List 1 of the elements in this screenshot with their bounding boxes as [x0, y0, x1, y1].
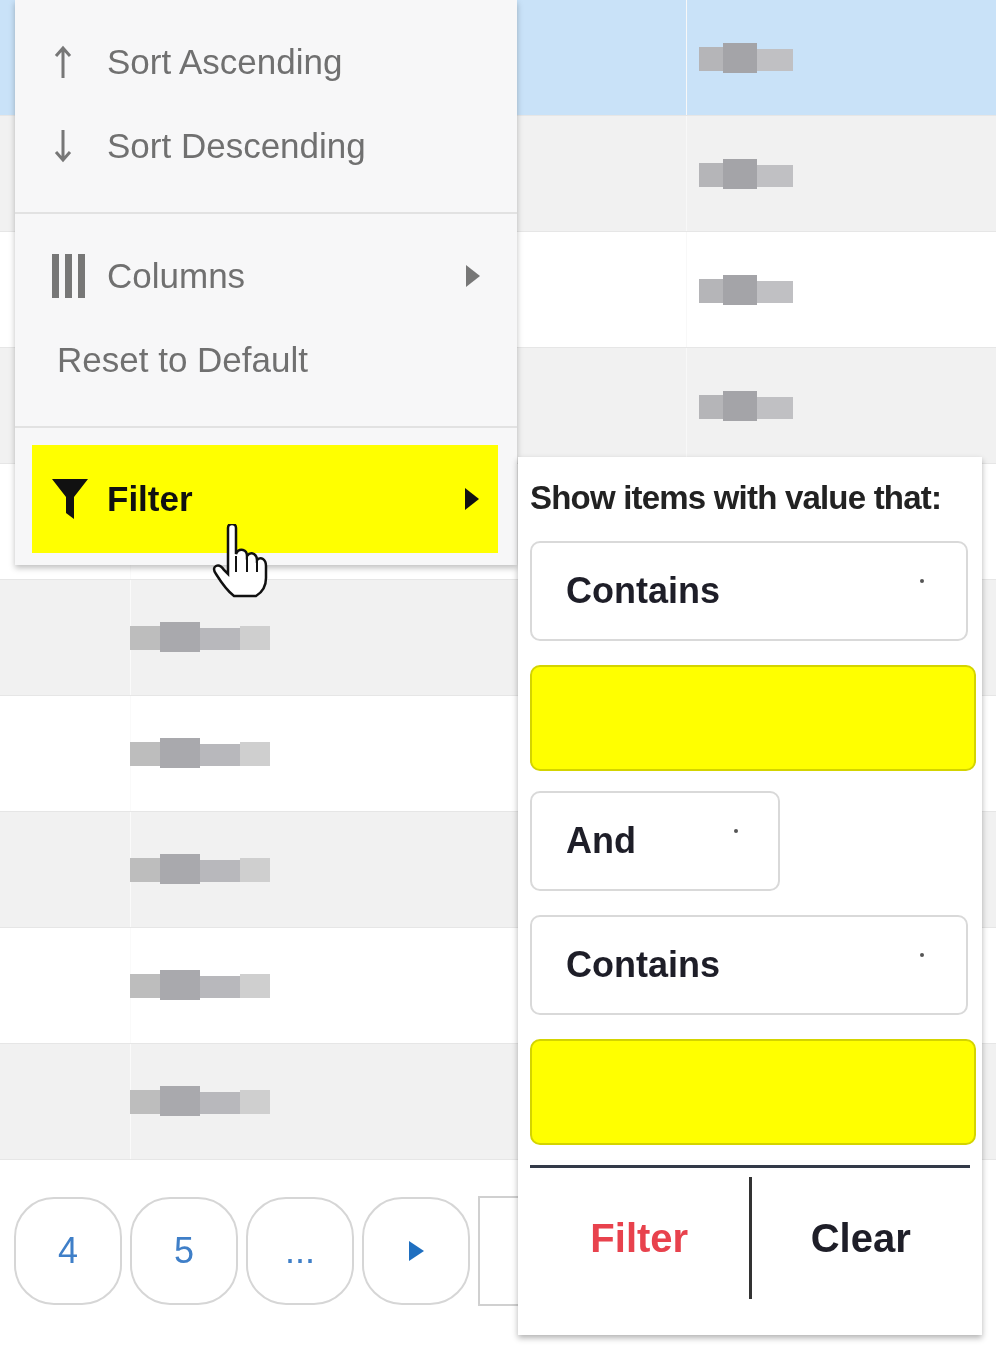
panel-title: Show items with value that: [530, 479, 943, 517]
